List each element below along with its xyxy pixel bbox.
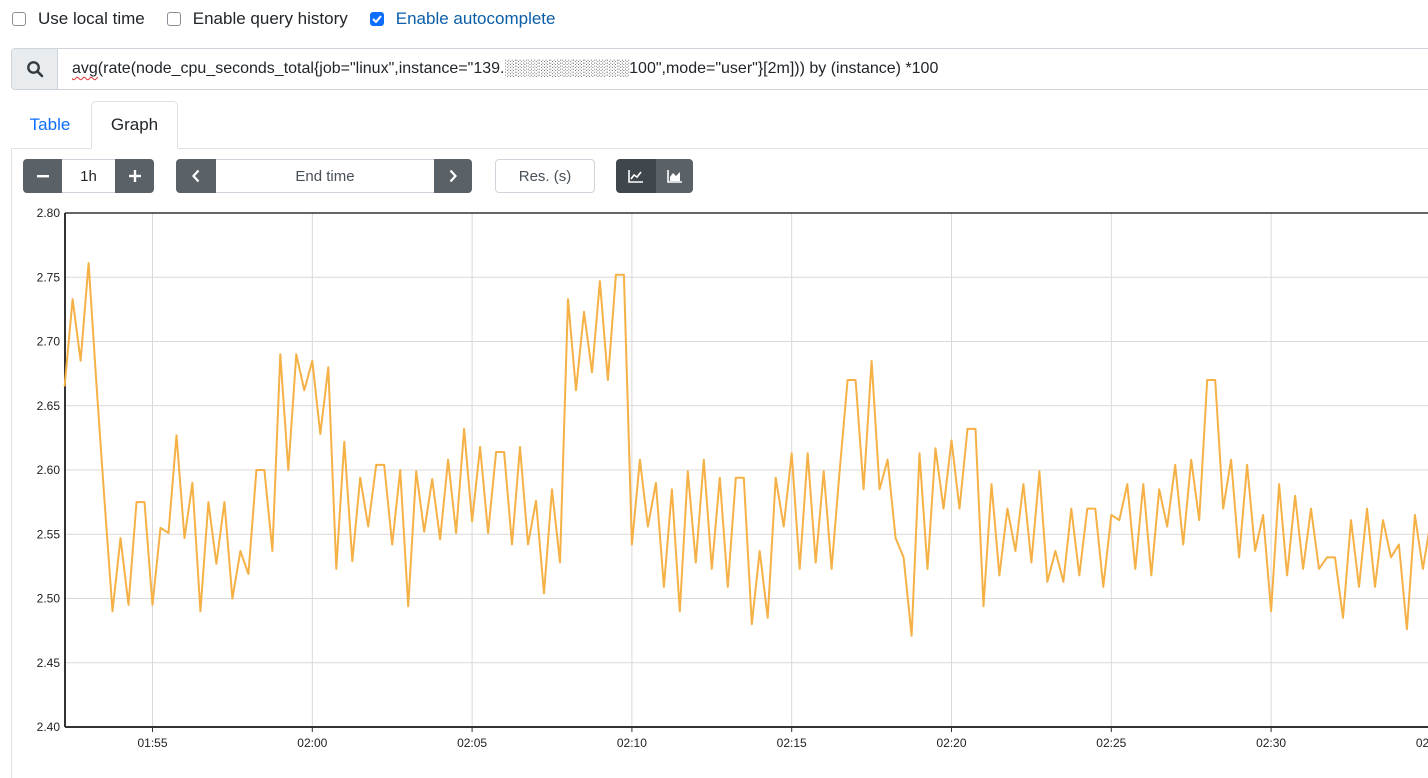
enable-autocomplete-label: Enable autocomplete — [395, 9, 556, 28]
x-tick-label: 02:00 — [297, 736, 327, 750]
x-tick-label: 02:20 — [936, 736, 966, 750]
use-local-time-label: Use local time — [38, 9, 145, 28]
query-options: Use local time Enable query history Enab… — [12, 8, 577, 30]
y-tick-label: 2.45 — [37, 656, 61, 670]
y-tick-label: 2.40 — [37, 720, 61, 734]
use-local-time-option[interactable]: Use local time — [12, 9, 145, 29]
stacked-chart-button[interactable] — [656, 159, 693, 193]
plus-icon — [128, 170, 141, 182]
end-time-control: End time — [176, 159, 472, 193]
x-tick-label: 02:10 — [617, 736, 647, 750]
enable-autocomplete-option[interactable]: Enable autocomplete — [369, 9, 556, 29]
y-tick-label: 2.60 — [37, 463, 61, 477]
y-tick-label: 2.65 — [37, 399, 61, 413]
enable-query-history-checkbox[interactable] — [166, 12, 181, 26]
enable-query-history-label: Enable query history — [192, 9, 348, 28]
x-tick-label: 02:35 — [1416, 736, 1428, 750]
query-expression-text: (rate(node_cpu_seconds_total{job="linux"… — [97, 60, 939, 77]
chevron-left-icon — [192, 169, 200, 183]
y-tick-label: 2.70 — [37, 335, 61, 349]
result-tabs: Table Graph — [11, 101, 1428, 149]
query-expression-input[interactable]: avg (rate(node_cpu_seconds_total{job="lin… — [58, 49, 938, 89]
time-series-chart: 2.40 2.45 2.50 2.55 2.60 2.65 2.70 2.75 2.80 01:5… — [37, 206, 1428, 750]
decrease-range-button[interactable] — [23, 159, 62, 193]
enable-autocomplete-checkbox[interactable] — [369, 12, 384, 26]
tab-table[interactable]: Table — [11, 101, 89, 148]
range-control: 1h — [23, 159, 154, 193]
query-function-name: avg — [72, 60, 98, 77]
enable-query-history-option[interactable]: Enable query history — [166, 9, 348, 29]
chart-type-toggle — [616, 159, 693, 193]
y-tick-label: 2.50 — [37, 592, 61, 606]
minus-icon — [36, 175, 49, 178]
chevron-right-icon — [449, 169, 457, 183]
x-tick-label: 02:15 — [777, 736, 807, 750]
next-time-button[interactable] — [434, 159, 472, 193]
search-icon[interactable] — [12, 49, 58, 89]
y-tick-label: 2.55 — [37, 527, 61, 541]
area-chart-icon — [666, 170, 682, 183]
x-tick-label: 02:05 — [457, 736, 487, 750]
y-tick-label: 2.80 — [37, 206, 61, 220]
query-bar: avg (rate(node_cpu_seconds_total{job="lin… — [11, 48, 1428, 90]
use-local-time-checkbox[interactable] — [12, 12, 26, 26]
line-chart-icon — [628, 170, 643, 183]
x-tick-label: 02:30 — [1256, 736, 1286, 750]
x-tick-label: 02:25 — [1096, 736, 1126, 750]
y-tick-label: 2.75 — [37, 270, 61, 284]
x-tick-label: 01:55 — [137, 736, 167, 750]
increase-range-button[interactable] — [115, 159, 154, 193]
end-time-input[interactable]: End time — [216, 159, 434, 193]
line-chart-button[interactable] — [616, 159, 656, 193]
resolution-input[interactable]: Res. (s) — [495, 159, 595, 193]
range-input[interactable]: 1h — [62, 159, 115, 193]
tab-graph[interactable]: Graph — [91, 101, 178, 149]
series-line — [63, 262, 1428, 637]
previous-time-button[interactable] — [176, 159, 216, 193]
